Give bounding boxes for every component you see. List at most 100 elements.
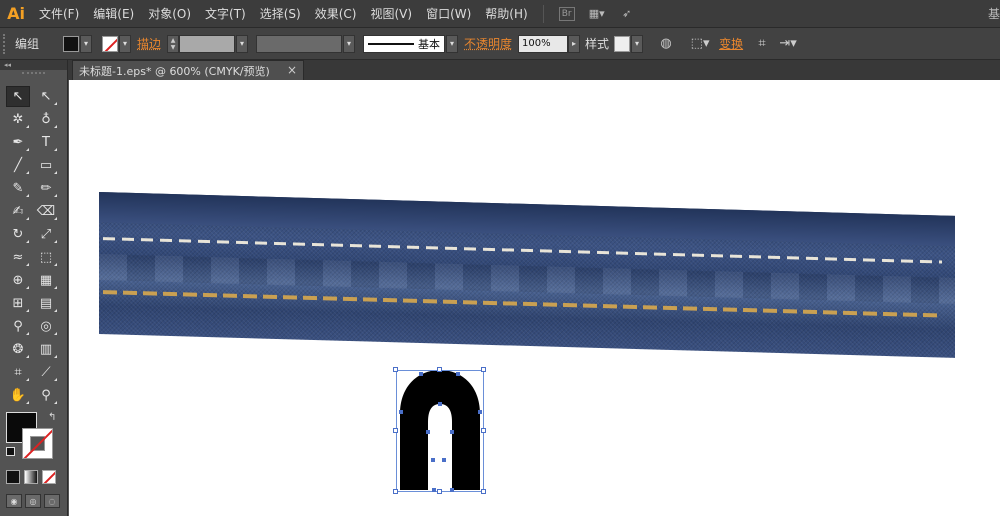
anchor-point[interactable] xyxy=(450,488,454,492)
rectangle-tool-icon[interactable]: ▭ xyxy=(34,155,58,176)
resize-handle-top[interactable] xyxy=(437,367,442,372)
stroke-label[interactable]: 描边 xyxy=(137,35,161,52)
stroke-swatch[interactable] xyxy=(102,35,119,52)
opacity-input[interactable]: 100% xyxy=(518,34,569,53)
blend-tool-icon[interactable]: ◎ xyxy=(34,316,58,337)
anchor-point[interactable] xyxy=(438,402,442,406)
resize-handle-bottom-right[interactable] xyxy=(481,489,486,494)
menu-item[interactable]: 选择(S) xyxy=(253,0,308,28)
selection-tool-icon[interactable]: ↖ xyxy=(6,86,30,107)
lasso-tool-icon[interactable]: ♁ xyxy=(34,109,58,130)
menu-item[interactable]: 效果(C) xyxy=(308,0,364,28)
symbol-sprayer-tool-icon[interactable]: ❂ xyxy=(6,339,30,360)
pencil-tool-icon[interactable]: ✏ xyxy=(34,178,58,199)
close-tab-icon[interactable]: × xyxy=(287,63,297,77)
arrange-documents-icon[interactable]: ▦▾ xyxy=(586,5,608,23)
graphic-style-dropdown-icon[interactable]: ▾ xyxy=(631,34,644,53)
document-tab[interactable]: 未标题-1.eps* @ 600% (CMYK/预览) × xyxy=(72,60,304,80)
artboard-tool-icon[interactable]: ⌗ xyxy=(6,362,30,383)
zoom-tool-icon[interactable]: ⚲ xyxy=(34,385,58,406)
brush-definition-field[interactable]: 基本 xyxy=(363,34,446,53)
resize-handle-top-right[interactable] xyxy=(481,367,486,372)
bridge-button[interactable]: Br xyxy=(556,5,578,23)
line-segment-tool-icon[interactable]: ╱ xyxy=(6,155,30,176)
menu-item[interactable]: 视图(V) xyxy=(363,0,419,28)
select-similar-icon[interactable]: ⇥▾ xyxy=(778,34,798,54)
direct-selection-tool-icon[interactable]: ↖ xyxy=(34,86,58,107)
tool-grid: ↖ ↖ ✲ ♁ ✒ T ╱ ▭ ✎ ✏ ✍ ⌫ ↻ ⤢ ≈ ⬚ ⊕ ▦ ⊞ ▤ ⚲ ◎ ❂ ▥ ⌗ ⟋ ✋ ⚲ xyxy=(6,86,62,408)
gpu-performance-icon[interactable]: ➶ xyxy=(616,5,638,23)
hand-tool-icon[interactable]: ✋ xyxy=(6,385,30,406)
gradient-mode-button[interactable] xyxy=(24,470,38,484)
isolate-group-icon[interactable]: ⌗ xyxy=(752,34,772,54)
stroke-dropdown-icon[interactable]: ▾ xyxy=(119,34,132,53)
pen-tool-icon[interactable]: ✒ xyxy=(6,132,30,153)
paintbrush-tool-icon[interactable]: ✎ xyxy=(6,178,30,199)
anchor-point[interactable] xyxy=(442,458,446,462)
anchor-point[interactable] xyxy=(419,372,423,376)
menu-item[interactable]: 编辑(E) xyxy=(86,0,141,28)
tools-panel-grip[interactable] xyxy=(22,72,45,78)
anchor-point[interactable] xyxy=(450,430,454,434)
workspace-switcher[interactable]: 基 xyxy=(988,5,1000,22)
selected-arch-shape[interactable] xyxy=(393,367,486,494)
resize-handle-bottom[interactable] xyxy=(437,489,442,494)
perspective-grid-tool-icon[interactable]: ▦ xyxy=(34,270,58,291)
width-tool-icon[interactable]: ≈ xyxy=(6,247,30,268)
shape-builder-tool-icon[interactable]: ⊕ xyxy=(6,270,30,291)
menu-item[interactable]: 文件(F) xyxy=(32,0,86,28)
stroke-weight-dropdown-icon[interactable]: ▾ xyxy=(236,34,249,53)
rotate-tool-icon[interactable]: ↻ xyxy=(6,224,30,245)
anchor-point[interactable] xyxy=(456,372,460,376)
draw-inside-icon[interactable]: ◌ xyxy=(44,494,60,508)
type-tool-icon[interactable]: T xyxy=(34,132,58,153)
opacity-label[interactable]: 不透明度 xyxy=(464,35,512,52)
menu-item[interactable]: 窗口(W) xyxy=(419,0,478,28)
anchor-point[interactable] xyxy=(426,430,430,434)
none-mode-button[interactable] xyxy=(42,470,56,484)
recolor-artwork-icon[interactable]: ◍ xyxy=(656,34,676,54)
magic-wand-tool-icon[interactable]: ✲ xyxy=(6,109,30,130)
column-graph-tool-icon[interactable]: ▥ xyxy=(34,339,58,360)
free-transform-tool-icon[interactable]: ⬚ xyxy=(34,247,58,268)
fill-dropdown-icon[interactable]: ▾ xyxy=(80,34,93,53)
control-bar-grip[interactable] xyxy=(3,33,9,54)
graphic-style-swatch[interactable] xyxy=(614,35,631,52)
resize-handle-top-left[interactable] xyxy=(393,367,398,372)
mesh-tool-icon[interactable]: ⊞ xyxy=(6,293,30,314)
swap-fill-stroke-icon[interactable]: ↰ xyxy=(48,412,56,423)
transform-link[interactable]: 变换 xyxy=(719,35,743,52)
variable-width-profile-field[interactable] xyxy=(256,34,343,53)
opacity-slider-icon[interactable]: ▸ xyxy=(568,34,581,53)
draw-behind-icon[interactable]: ◎ xyxy=(25,494,41,508)
color-mode-button[interactable] xyxy=(6,470,20,484)
brush-dropdown-icon[interactable]: ▾ xyxy=(446,34,459,53)
denim-image[interactable] xyxy=(99,192,955,358)
artboard-canvas[interactable] xyxy=(69,80,1000,516)
stroke-weight-field[interactable] xyxy=(179,34,236,53)
resize-handle-bottom-left[interactable] xyxy=(393,489,398,494)
tools-panel-collapse-button[interactable]: ◂◂ xyxy=(0,60,67,70)
anchor-point[interactable] xyxy=(432,488,436,492)
anchor-point[interactable] xyxy=(478,410,482,414)
anchor-point[interactable] xyxy=(399,410,403,414)
menu-item[interactable]: 帮助(H) xyxy=(478,0,534,28)
slice-tool-icon[interactable]: ⟋ xyxy=(34,362,58,383)
eyedropper-tool-icon[interactable]: ⚲ xyxy=(6,316,30,337)
scale-tool-icon[interactable]: ⤢ xyxy=(34,224,58,245)
anchor-point[interactable] xyxy=(431,458,435,462)
gradient-tool-icon[interactable]: ▤ xyxy=(34,293,58,314)
draw-normal-icon[interactable]: ◉ xyxy=(6,494,22,508)
resize-handle-left[interactable] xyxy=(393,428,398,433)
default-fill-stroke-icon[interactable] xyxy=(6,447,15,456)
fill-swatch[interactable] xyxy=(63,35,80,52)
stroke-color-box[interactable] xyxy=(22,428,53,459)
align-to-icon[interactable]: ⬚▾ xyxy=(690,34,710,54)
menu-item[interactable]: 文字(T) xyxy=(198,0,253,28)
variable-width-dropdown-icon[interactable]: ▾ xyxy=(343,34,356,53)
resize-handle-right[interactable] xyxy=(481,428,486,433)
stroke-weight-stepper[interactable]: ▲ ▼ xyxy=(167,34,180,53)
blob-brush-tool-icon[interactable]: ✍ xyxy=(6,201,30,222)
eraser-tool-icon[interactable]: ⌫ xyxy=(34,201,58,222)
menu-item[interactable]: 对象(O) xyxy=(141,0,198,28)
